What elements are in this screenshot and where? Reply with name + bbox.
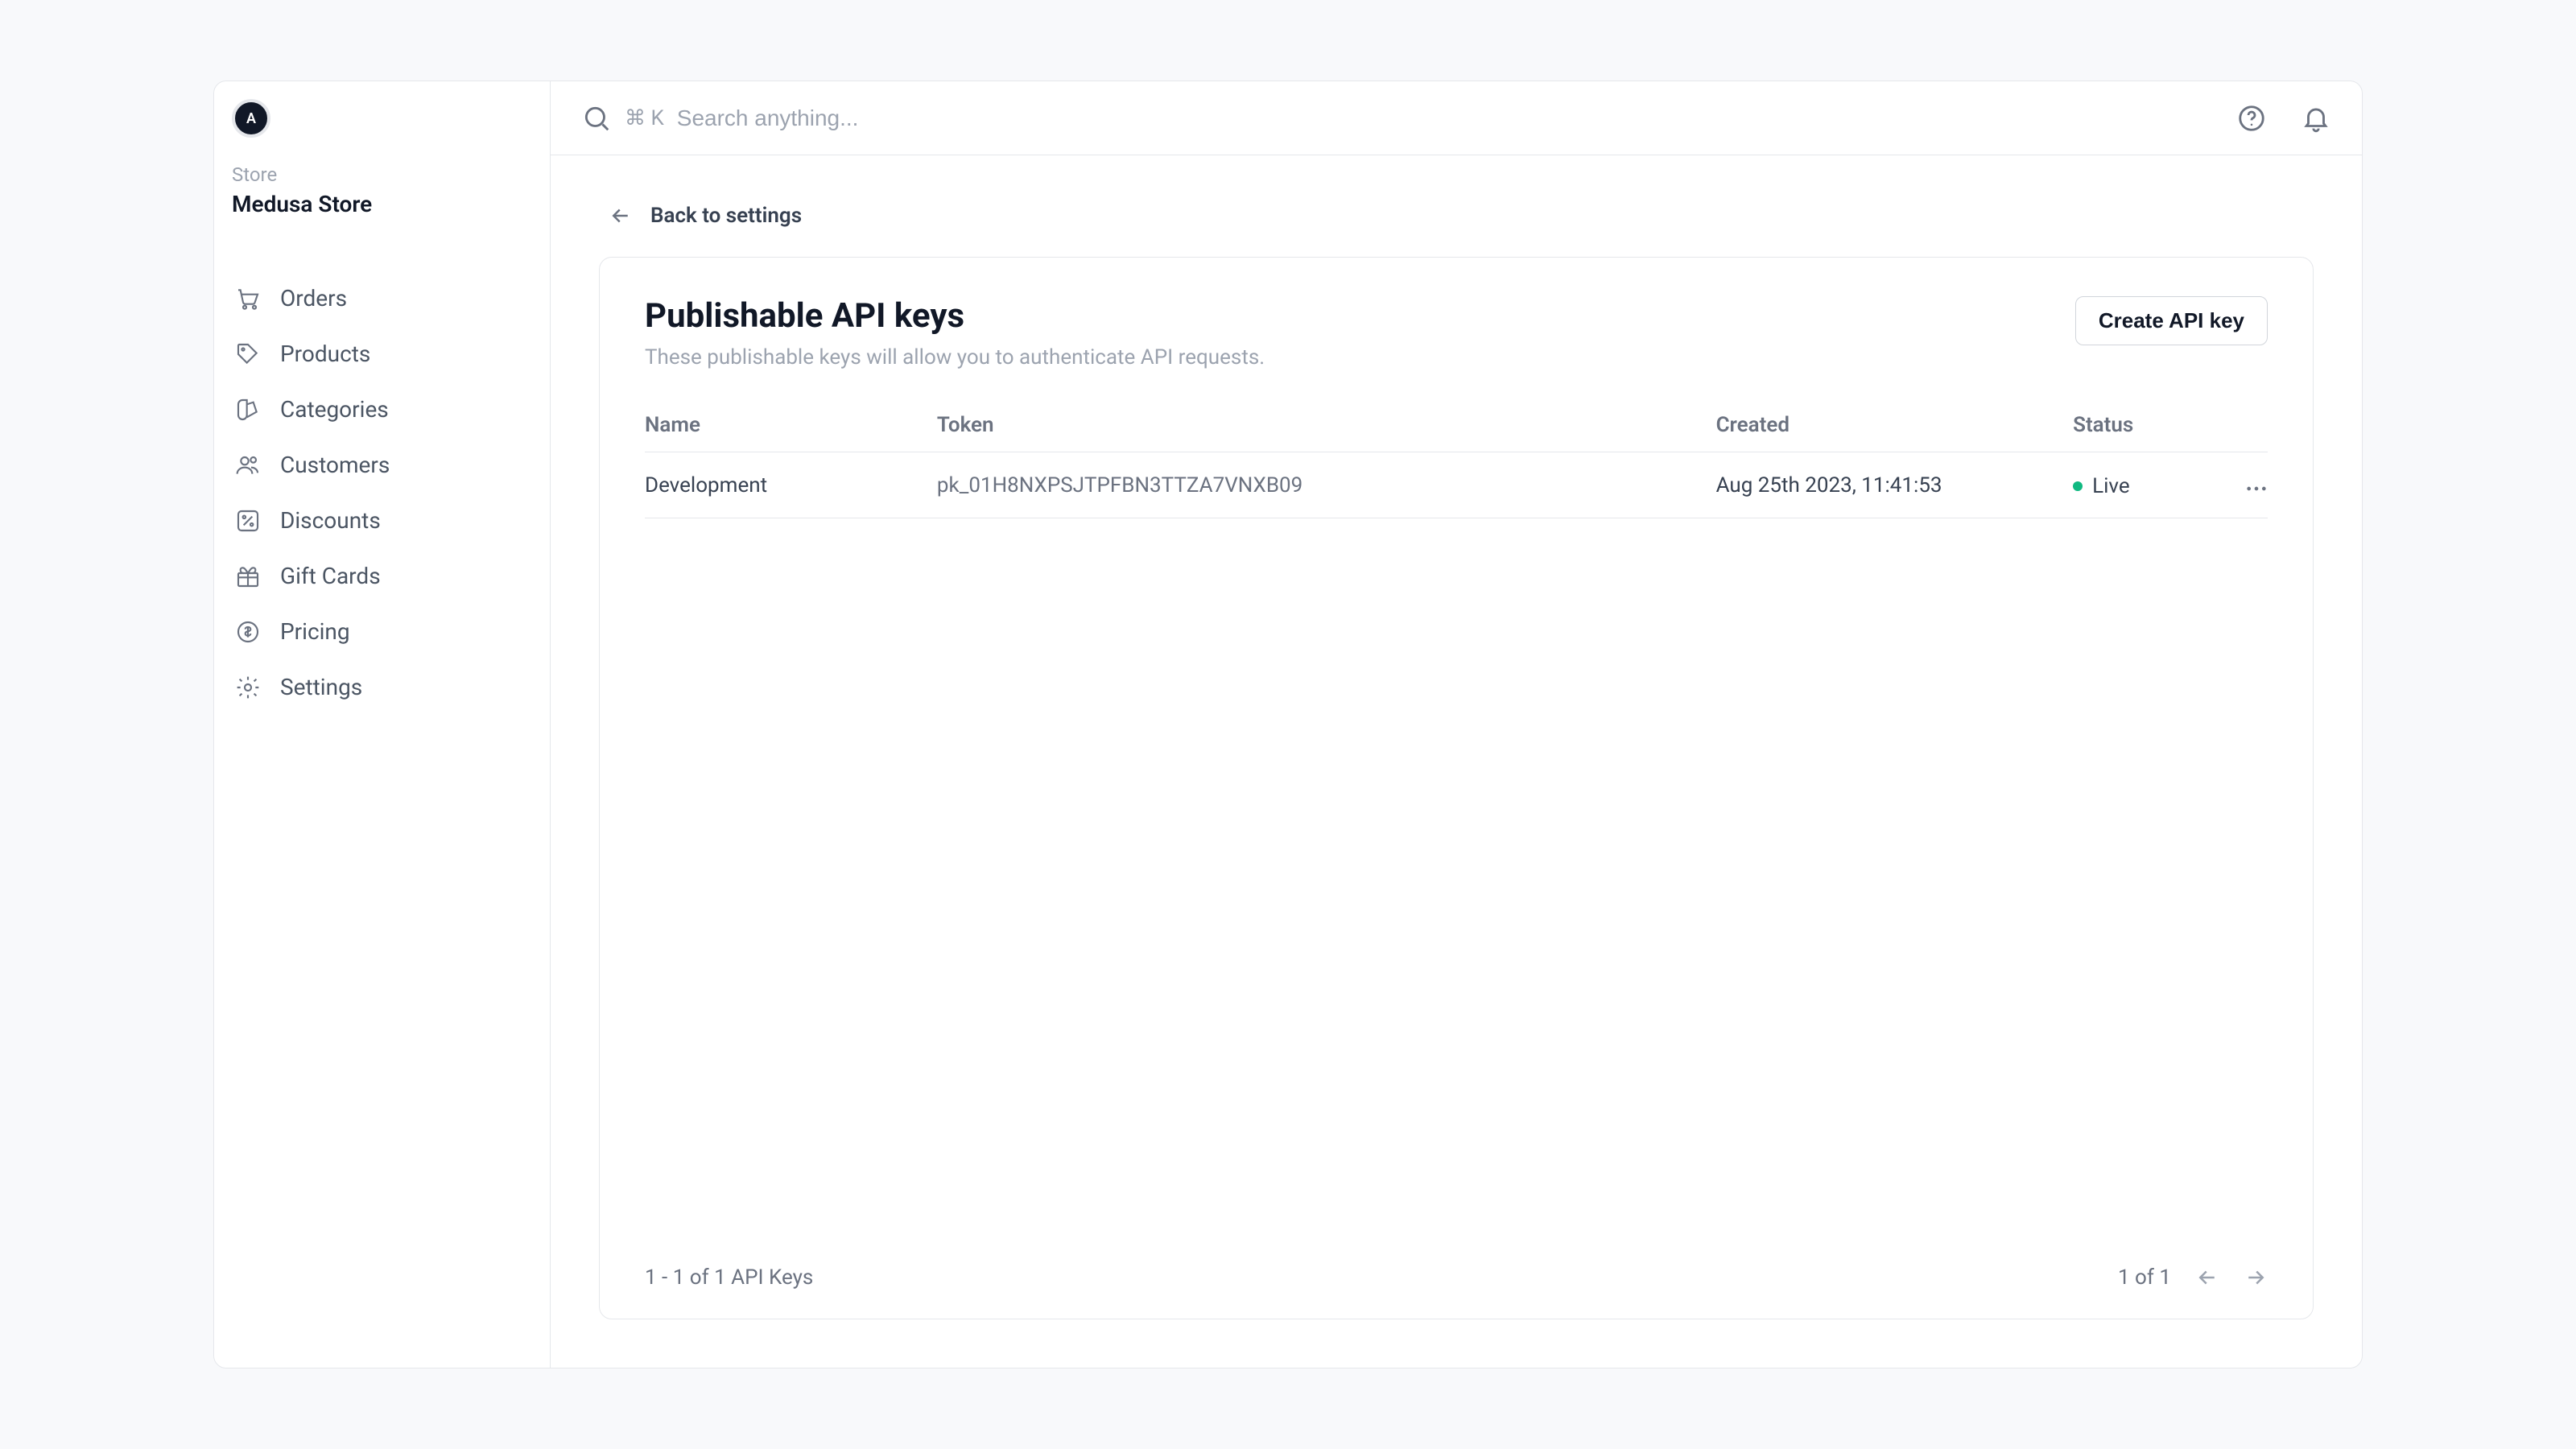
sidebar-item-pricing[interactable]: Pricing [232, 604, 532, 659]
sidebar-item-label: Orders [280, 285, 347, 312]
store-label: Store [232, 163, 532, 186]
card-header: Publishable API keys These publishable k… [600, 258, 2313, 394]
percent-icon [235, 508, 261, 534]
sidebar-item-categories[interactable]: Categories [232, 382, 532, 437]
app-frame: A Store Medusa Store Orders Products Cat… [213, 80, 2363, 1368]
sidebar-item-label: Categories [280, 396, 389, 423]
column-header-token: Token [937, 394, 1716, 452]
tag-icon [235, 341, 261, 367]
sidebar-item-label: Pricing [280, 618, 350, 645]
gift-icon [235, 564, 261, 589]
sidebar-item-orders[interactable]: Orders [232, 270, 532, 326]
help-button[interactable] [2236, 103, 2267, 134]
avatar[interactable]: A [232, 99, 270, 138]
pager-prev-button[interactable] [2195, 1265, 2219, 1290]
content: Back to settings Publishable API keys Th… [551, 155, 2362, 1368]
status-text: Live [2092, 474, 2130, 498]
back-to-settings-link[interactable]: Back to settings [599, 204, 2314, 228]
footer-range-text: 1 - 1 of 1 API Keys [645, 1265, 813, 1290]
status-dot-icon [2073, 481, 2083, 491]
row-actions-button[interactable] [2245, 472, 2268, 498]
arrow-left-icon [609, 204, 633, 228]
sidebar-item-discounts[interactable]: Discounts [232, 493, 532, 548]
topbar: ⌘ K [551, 81, 2362, 155]
pager: 1 of 1 [2118, 1265, 2268, 1290]
search-icon [581, 103, 612, 134]
ellipsis-icon [2245, 485, 2268, 493]
sidebar-item-label: Products [280, 341, 370, 367]
page-subtitle: These publishable keys will allow you to… [645, 345, 1265, 369]
gear-icon [235, 675, 261, 700]
cell-created: Aug 25th 2023, 11:41:53 [1716, 452, 2074, 518]
pager-next-button[interactable] [2244, 1265, 2268, 1290]
table-row[interactable]: Development pk_01H8NXPSJTPFBN3TTZA7VNXB0… [645, 452, 2268, 518]
bell-icon [2301, 103, 2331, 134]
cell-name: Development [645, 452, 937, 518]
back-link-label: Back to settings [650, 204, 802, 228]
status-badge: Live [2073, 474, 2130, 498]
cart-icon [235, 286, 261, 312]
sidebar-item-settings[interactable]: Settings [232, 659, 532, 715]
column-header-status: Status [2073, 394, 2202, 452]
cell-status: Live [2073, 452, 2202, 518]
search-input[interactable] [677, 105, 2225, 131]
table-wrap: Name Token Created Status Development pk… [600, 394, 2313, 518]
currency-icon [235, 619, 261, 645]
footer-page-text: 1 of 1 [2118, 1265, 2171, 1290]
main: ⌘ K Back to settings Publishab [551, 81, 2362, 1368]
topbar-actions [2236, 103, 2331, 134]
notifications-button[interactable] [2301, 103, 2331, 134]
swatch-icon [235, 397, 261, 423]
sidebar-item-customers[interactable]: Customers [232, 437, 532, 493]
help-icon [2236, 103, 2267, 134]
nav-list: Orders Products Categories Customers Dis… [232, 270, 532, 715]
sidebar-item-label: Settings [280, 674, 362, 700]
column-header-actions [2202, 394, 2268, 452]
sidebar-item-gift-cards[interactable]: Gift Cards [232, 548, 532, 604]
page-title: Publishable API keys [645, 296, 1265, 336]
store-name: Medusa Store [232, 191, 532, 217]
api-keys-table: Name Token Created Status Development pk… [645, 394, 2268, 518]
cell-token: pk_01H8NXPSJTPFBN3TTZA7VNXB09 [937, 452, 1716, 518]
sidebar-item-label: Gift Cards [280, 563, 381, 589]
card-footer: 1 - 1 of 1 API Keys 1 of 1 [600, 1243, 2313, 1319]
sidebar-item-label: Customers [280, 452, 390, 478]
search-wrap[interactable]: ⌘ K [581, 103, 2225, 134]
users-icon [235, 452, 261, 478]
create-api-key-button[interactable]: Create API key [2075, 296, 2268, 345]
api-keys-card: Publishable API keys These publishable k… [599, 257, 2314, 1319]
search-kbd-hint: ⌘ K [625, 106, 664, 130]
sidebar-item-products[interactable]: Products [232, 326, 532, 382]
column-header-created: Created [1716, 394, 2074, 452]
column-header-name: Name [645, 394, 937, 452]
sidebar-item-label: Discounts [280, 507, 381, 534]
sidebar: A Store Medusa Store Orders Products Cat… [214, 81, 551, 1368]
